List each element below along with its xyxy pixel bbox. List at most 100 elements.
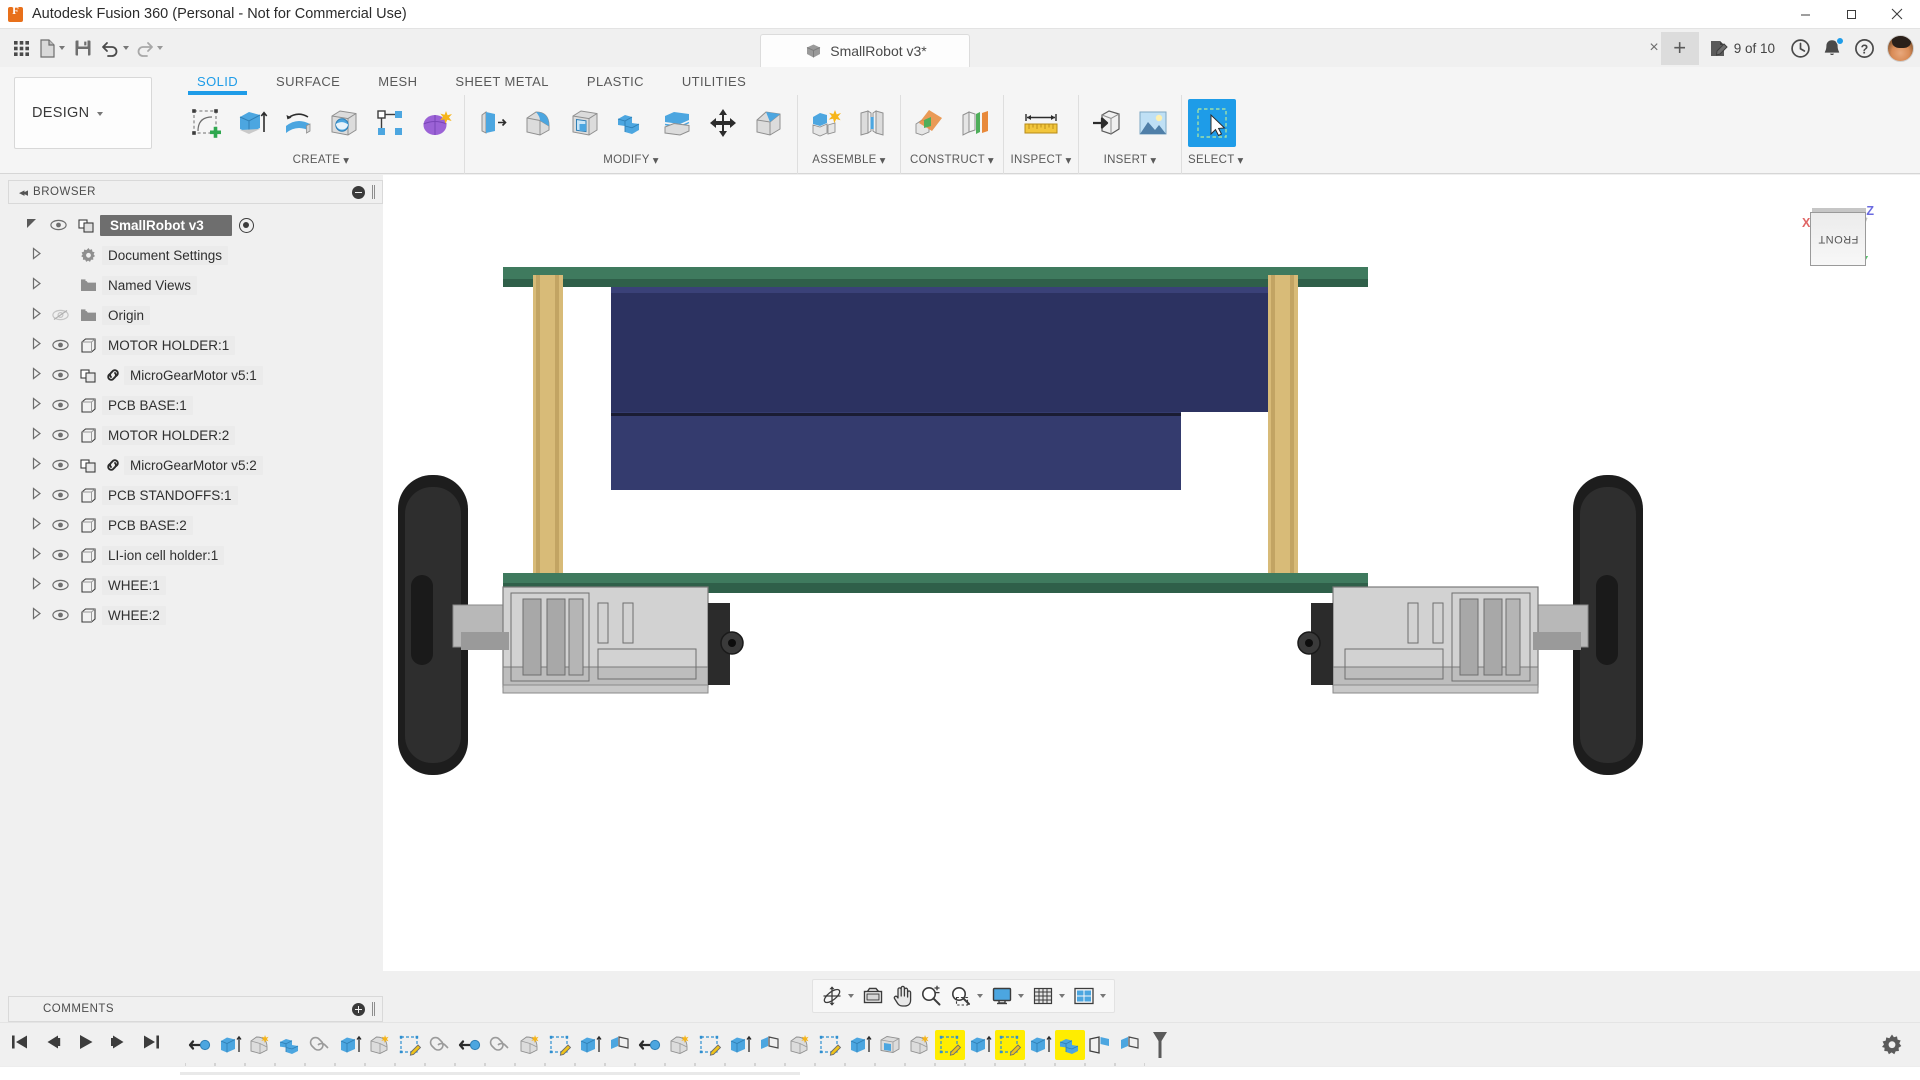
panel-label-modify[interactable]: MODIFY ▾ (471, 150, 791, 170)
zoom-icon[interactable] (916, 981, 946, 1011)
viewports-caret-icon[interactable] (1100, 994, 1106, 998)
plane-along-path-icon[interactable] (953, 100, 997, 146)
clock-icon[interactable] (1785, 33, 1815, 63)
panel-label-construct[interactable]: CONSTRUCT ▾ (907, 150, 997, 170)
ribbon-tab-utilities[interactable]: UTILITIES (663, 67, 765, 95)
expand-triangle-icon[interactable] (26, 547, 46, 563)
split-face-icon[interactable] (655, 100, 699, 146)
visibility-eye-icon[interactable] (46, 339, 74, 351)
move-copy-icon[interactable] (701, 100, 745, 146)
user-avatar[interactable] (1887, 35, 1914, 62)
comments-panel[interactable]: COMMENTS (8, 996, 383, 1022)
ribbon-tab-solid[interactable]: SOLID (178, 67, 257, 95)
visibility-eye-icon[interactable] (46, 459, 74, 471)
file-icon[interactable] (36, 33, 68, 63)
press-pull-icon[interactable] (471, 100, 515, 146)
joint-icon[interactable] (850, 100, 894, 146)
tree-row-document-settings[interactable]: Document Settings (8, 240, 383, 270)
save-icon[interactable] (68, 33, 98, 63)
sphere-icon[interactable] (322, 100, 366, 146)
tree-row-microgearmotor-1[interactable]: MicroGearMotor v5:1 (8, 360, 383, 390)
timeline-settings-button[interactable] (1880, 1033, 1904, 1057)
expand-triangle-icon[interactable] (26, 487, 46, 503)
visibility-eye-icon[interactable] (46, 579, 74, 591)
display-settings-caret-icon[interactable] (1018, 994, 1024, 998)
select-icon[interactable] (1188, 99, 1236, 147)
visibility-eye-hidden-icon[interactable] (46, 309, 74, 321)
expand-triangle-icon[interactable] (26, 397, 46, 413)
timeline-extrude-icon[interactable] (725, 1030, 755, 1060)
expand-triangle-icon[interactable] (26, 607, 46, 623)
measure-icon[interactable] (1010, 100, 1072, 146)
play-icon[interactable] (76, 1033, 95, 1056)
pattern-icon[interactable] (368, 100, 412, 146)
viewports-icon[interactable] (1069, 981, 1110, 1011)
timeline-fillet-icon[interactable] (785, 1030, 815, 1060)
tree-row-pcb-base-2[interactable]: PCB BASE:2 (8, 510, 383, 540)
tab-close-button[interactable]: × (1649, 40, 1658, 56)
panel-label-assemble[interactable]: ASSEMBLE ▾ (804, 150, 894, 170)
ribbon-tab-surface[interactable]: SURFACE (257, 67, 359, 95)
go-to-end-icon[interactable] (142, 1033, 161, 1056)
job-status-button[interactable]: 9 of 10 (1701, 39, 1783, 58)
panel-label-create[interactable]: CREATE ▾ (184, 150, 458, 170)
timeline-component-icon[interactable] (1115, 1030, 1145, 1060)
timeline-rigid-icon[interactable] (485, 1030, 515, 1060)
expand-triangle-icon[interactable] (26, 457, 46, 473)
viewport-canvas[interactable]: X Z Y FRONT (383, 175, 1920, 971)
tree-row-root[interactable]: SmallRobot v3 (8, 210, 383, 240)
tree-row-whee-2[interactable]: WHEE:2 (8, 600, 383, 630)
display-settings-icon[interactable] (987, 981, 1028, 1011)
timeline-extrude-icon[interactable] (215, 1030, 245, 1060)
file-caret-icon[interactable] (59, 46, 65, 50)
view-cube-front-face[interactable]: FRONT (1810, 212, 1866, 266)
extrude-icon[interactable] (230, 100, 274, 146)
undo-caret-icon[interactable] (123, 46, 129, 50)
ribbon-tab-sheet-metal[interactable]: SHEET METAL (436, 67, 568, 95)
step-forward-icon[interactable] (109, 1033, 128, 1056)
panel-grip[interactable] (372, 1002, 375, 1016)
activate-component-radio[interactable] (239, 218, 254, 233)
new-component-icon[interactable] (804, 100, 848, 146)
visibility-eye-icon[interactable] (46, 429, 74, 441)
timeline-joint-icon[interactable] (635, 1030, 665, 1060)
timeline-extrude-icon[interactable] (1025, 1030, 1055, 1060)
visibility-eye-icon[interactable] (46, 399, 74, 411)
timeline-mirror-icon[interactable] (1085, 1030, 1115, 1060)
timeline-end-marker[interactable] (1149, 1030, 1171, 1060)
timeline-extrude-icon[interactable] (335, 1030, 365, 1060)
document-tab[interactable]: SmallRobot v3* (760, 34, 970, 67)
panel-grip[interactable] (372, 185, 375, 199)
timeline-extrude-icon[interactable] (965, 1030, 995, 1060)
redo-icon[interactable] (132, 33, 166, 63)
shell-icon[interactable] (563, 100, 607, 146)
go-to-beginning-icon[interactable] (10, 1033, 29, 1056)
visibility-eye-icon[interactable] (46, 489, 74, 501)
pan-icon[interactable] (888, 981, 916, 1011)
timeline-fillet-icon[interactable] (665, 1030, 695, 1060)
tree-row-origin[interactable]: Origin (8, 300, 383, 330)
timeline-combine-icon[interactable] (1055, 1030, 1085, 1060)
timeline-sketch-icon[interactable] (815, 1030, 845, 1060)
question-icon[interactable]: ? (1849, 33, 1879, 63)
timeline-sketch-icon[interactable] (995, 1030, 1025, 1060)
timeline-combine-icon[interactable] (275, 1030, 305, 1060)
decal-icon[interactable] (1131, 100, 1175, 146)
timeline-fillet-icon[interactable] (365, 1030, 395, 1060)
timeline-rigid-icon[interactable] (425, 1030, 455, 1060)
timeline-component-icon[interactable] (755, 1030, 785, 1060)
insert-derive-icon[interactable] (1085, 100, 1129, 146)
timeline-sketch-icon[interactable] (695, 1030, 725, 1060)
visibility-eye-icon[interactable] (46, 519, 74, 531)
timeline-sketch-icon[interactable] (935, 1030, 965, 1060)
bell-icon[interactable] (1817, 33, 1847, 63)
panel-label-select[interactable]: SELECT ▾ (1188, 150, 1244, 170)
tree-row-pcb-base-1[interactable]: PCB BASE:1 (8, 390, 383, 420)
workspace-switcher[interactable]: DESIGN (14, 77, 152, 149)
collapse-left-icon[interactable]: ◂◂ (13, 186, 33, 199)
grid-snaps-caret-icon[interactable] (1059, 994, 1065, 998)
offset-plane-icon[interactable] (907, 100, 951, 146)
revolve-icon[interactable] (276, 100, 320, 146)
fit-icon[interactable] (946, 981, 987, 1011)
tree-row-microgearmotor-2[interactable]: MicroGearMotor v5:2 (8, 450, 383, 480)
